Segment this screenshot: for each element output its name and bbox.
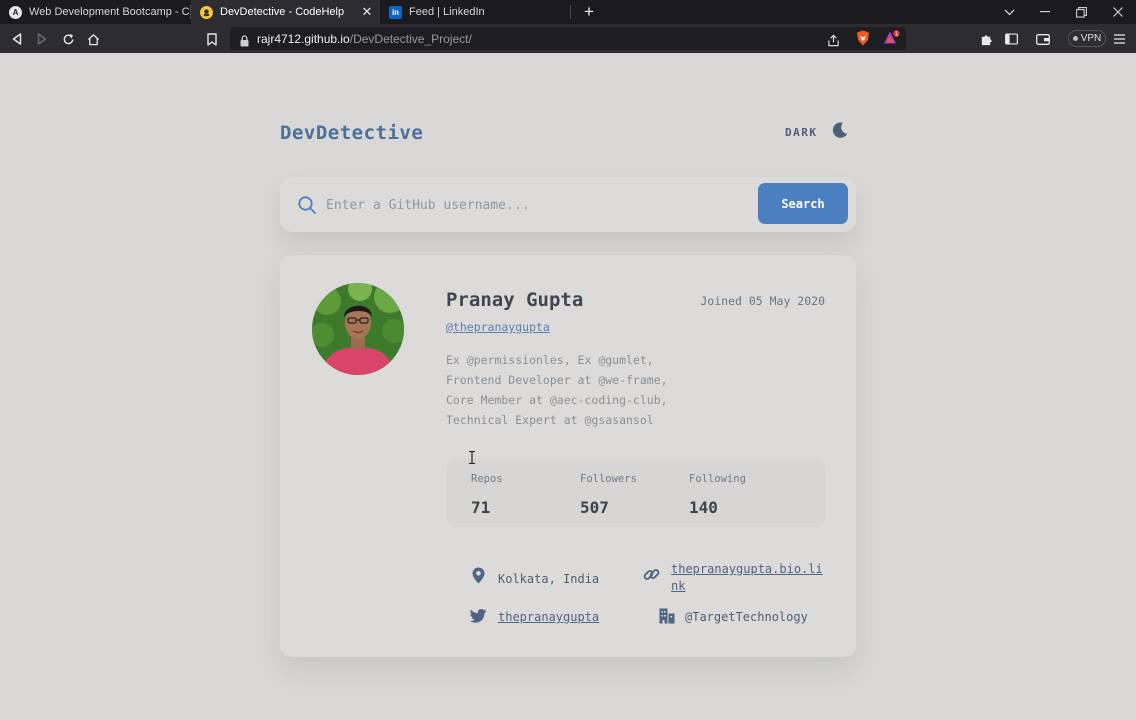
bookmark-icon[interactable] <box>203 30 221 48</box>
search-icon <box>297 195 317 215</box>
restore-window-icon[interactable] <box>1067 0 1095 24</box>
tab-search-chevron-icon[interactable] <box>995 0 1023 24</box>
browser-toolbar: rajr4712.github.io/DevDetective_Project/… <box>0 24 1136 53</box>
text-cursor-icon <box>468 449 476 465</box>
bio-line: Frontend Developer at @we-frame, <box>446 373 668 387</box>
devdetective-favicon-icon <box>200 5 213 19</box>
sidebar-toggle-icon[interactable] <box>1002 30 1020 48</box>
location-pin-icon <box>470 567 487 584</box>
address-bar[interactable]: rajr4712.github.io/DevDetective_Project/… <box>230 27 906 50</box>
profile-company: @TargetTechnology <box>658 607 808 626</box>
extensions-puzzle-icon[interactable] <box>977 30 995 48</box>
app-logo: DevDetective <box>280 122 424 144</box>
profile-bio: Ex @permissionles, Ex @gumlet, Frontend … <box>446 350 696 430</box>
profile-twitter[interactable]: thepranaygupta <box>470 607 599 626</box>
bio-line: Core Member at @aec-coding-club, <box>446 393 668 407</box>
forward-arrow-icon[interactable] <box>33 30 51 48</box>
share-icon[interactable] <box>827 32 840 51</box>
profile-avatar <box>312 283 404 375</box>
profile-stats: Repos 71 Followers 507 Following 140 <box>446 458 826 527</box>
profile-card: Pranay Gupta Joined 05 May 2020 @thepran… <box>280 255 856 657</box>
theme-toggle-label: DARK <box>785 125 818 139</box>
stat-label: Following <box>689 473 746 485</box>
tab-title: Feed | LinkedIn <box>409 6 485 18</box>
devdetective-page: DevDetective DARK Search <box>0 53 1136 720</box>
bio-line: Ex @permissionles, Ex @gumlet, <box>446 353 654 367</box>
url-host: rajr4712.github.io <box>257 32 350 46</box>
brave-shields-icon[interactable] <box>856 30 870 50</box>
browser-tab-bar: A Web Development Bootcamp - Course DevD… <box>0 0 1136 24</box>
building-icon <box>658 607 675 624</box>
svg-text:1: 1 <box>895 32 899 38</box>
tab-divider <box>570 5 571 19</box>
stat-value: 71 <box>471 498 491 517</box>
bio-line: Technical Expert at @gsasansol <box>446 413 654 427</box>
theme-toggle-button[interactable]: DARK <box>785 121 857 143</box>
course-site-favicon-icon: A <box>9 5 22 19</box>
url-text: rajr4712.github.io/DevDetective_Project/ <box>257 32 472 46</box>
back-arrow-icon[interactable] <box>8 30 26 48</box>
vpn-status-dot <box>1072 36 1078 41</box>
tab-title: DevDetective - CodeHelp <box>220 6 345 18</box>
wallet-icon[interactable] <box>1034 30 1052 48</box>
tab-web-development-bootcamp[interactable]: A Web Development Bootcamp - Course <box>0 0 190 24</box>
linkedin-favicon-icon: in <box>389 5 402 19</box>
stat-label: Followers <box>580 473 637 485</box>
tab-devdetective[interactable]: DevDetective - CodeHelp ✕ <box>191 0 380 24</box>
vpn-label: VPN <box>1080 33 1102 44</box>
stat-label: Repos <box>471 473 503 485</box>
home-icon[interactable] <box>84 30 102 48</box>
minimize-window-icon[interactable] <box>1031 0 1059 24</box>
search-bar: Search <box>280 177 856 232</box>
close-tab-icon[interactable]: ✕ <box>360 5 374 19</box>
moon-icon <box>830 121 849 144</box>
tab-title: Web Development Bootcamp - Course <box>29 6 190 18</box>
link-chain-icon <box>643 566 660 583</box>
close-window-icon[interactable] <box>1104 0 1132 24</box>
stat-value: 140 <box>689 498 718 517</box>
company-text: @TargetTechnology <box>685 610 808 624</box>
lock-icon <box>240 32 249 51</box>
profile-joined-date: Joined 05 May 2020 <box>700 294 825 308</box>
url-path: /DevDetective_Project/ <box>349 32 472 46</box>
new-tab-button[interactable]: + <box>580 3 598 21</box>
twitter-link[interactable]: thepranaygupta <box>498 607 599 626</box>
menu-hamburger-icon[interactable] <box>1110 30 1128 48</box>
profile-location: Kolkata, India <box>470 567 599 588</box>
profile-name: Pranay Gupta <box>446 289 584 311</box>
tab-linkedin-feed[interactable]: in Feed | LinkedIn <box>380 0 570 24</box>
github-username-input[interactable] <box>326 191 746 219</box>
search-button[interactable]: Search <box>758 183 848 224</box>
profile-handle-link[interactable]: @thepranaygupta <box>446 320 550 334</box>
location-text: Kolkata, India <box>498 572 600 586</box>
stat-value: 507 <box>580 498 609 517</box>
profile-website[interactable]: thepranaygupta.bio.link <box>643 561 833 595</box>
vpn-button[interactable]: VPN <box>1068 30 1106 47</box>
website-link[interactable]: thepranaygupta.bio.link <box>671 561 827 595</box>
brave-rewards-icon[interactable]: 1 <box>883 30 901 51</box>
reload-icon[interactable] <box>59 30 77 48</box>
twitter-bird-icon <box>470 607 487 624</box>
